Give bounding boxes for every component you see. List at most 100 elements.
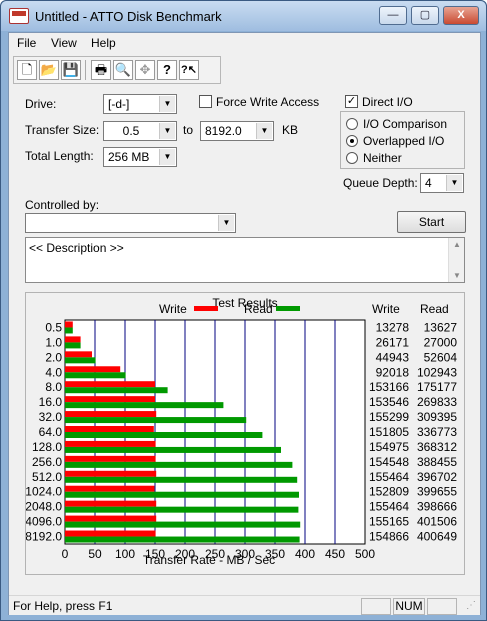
- read-bar: [65, 432, 263, 438]
- minimize-button[interactable]: —: [379, 6, 407, 25]
- read-bar: [65, 327, 73, 334]
- x-tick-label: 450: [325, 547, 345, 561]
- read-bar: [65, 506, 299, 513]
- neither-radio[interactable]: [346, 152, 358, 164]
- write-value-label: 44943: [376, 350, 410, 364]
- description-box[interactable]: << Description >> ▲ ▼: [25, 237, 465, 283]
- context-help-icon[interactable]: ?↖: [179, 60, 199, 80]
- transfer-size-from-select[interactable]: 0.5 ▼: [103, 121, 177, 141]
- toolbar-separator: [85, 60, 86, 80]
- force-write-checkbox[interactable]: [199, 95, 212, 108]
- move-icon[interactable]: ✥: [135, 60, 155, 80]
- menu-file[interactable]: File: [17, 36, 36, 50]
- x-tick-label: 400: [295, 547, 315, 561]
- chevron-down-icon[interactable]: ▼: [159, 149, 175, 165]
- toolbar: 🗋 📂 💾 🖶 🔍 ✥ ? ?↖: [13, 56, 221, 84]
- menu-view[interactable]: View: [51, 36, 77, 50]
- read-bar: [65, 491, 299, 498]
- write-bar: [65, 366, 121, 373]
- io-comparison-radio[interactable]: [346, 118, 358, 130]
- title-bar[interactable]: Untitled - ATTO Disk Benchmark — ▢ X: [1, 1, 486, 31]
- total-length-select[interactable]: 256 MB ▼: [103, 147, 177, 167]
- read-value-label: 401506: [417, 515, 457, 529]
- category-label: 512.0: [32, 470, 62, 484]
- legend-read-swatch: [276, 306, 300, 311]
- read-value-label: 27000: [424, 335, 458, 349]
- maximize-button[interactable]: ▢: [411, 6, 439, 25]
- controlled-by-select[interactable]: ▼: [25, 213, 236, 233]
- kb-label: KB: [282, 123, 299, 137]
- chevron-down-icon[interactable]: ▼: [256, 123, 272, 139]
- total-length-value: 256 MB: [108, 150, 150, 164]
- write-value-label: 154866: [369, 530, 409, 544]
- status-panel-empty-2: [427, 598, 457, 615]
- read-bar: [65, 372, 126, 379]
- chevron-down-icon[interactable]: ▼: [218, 215, 234, 231]
- controlled-by-label: Controlled by:: [25, 198, 100, 212]
- scroll-up-icon[interactable]: ▲: [449, 240, 465, 249]
- category-label: 8192.0: [26, 530, 62, 544]
- read-value-label: 396702: [417, 470, 457, 484]
- write-value-label: 151805: [369, 425, 409, 439]
- status-panel-empty: [361, 598, 391, 615]
- read-value-label: 398666: [417, 500, 457, 514]
- overlapped-io-radio[interactable]: [346, 135, 358, 147]
- write-value-label: 155299: [369, 410, 409, 424]
- write-value-label: 92018: [376, 365, 410, 379]
- scroll-down-icon[interactable]: ▼: [449, 271, 465, 280]
- drive-select[interactable]: [-d-] ▼: [103, 94, 177, 114]
- menu-bar: File View Help: [9, 33, 480, 53]
- transfer-size-label: Transfer Size:: [25, 123, 100, 137]
- transfer-from-value: 0.5: [122, 124, 140, 138]
- new-file-icon[interactable]: 🗋: [17, 60, 37, 80]
- write-value-label: 155464: [369, 500, 409, 514]
- read-bar: [65, 342, 81, 349]
- neither-label: Neither: [363, 151, 402, 165]
- description-text: << Description >>: [29, 241, 124, 255]
- menu-help[interactable]: Help: [91, 36, 116, 50]
- print-preview-icon[interactable]: 🔍: [113, 60, 133, 80]
- transfer-size-to-select[interactable]: 8192.0 ▼: [200, 121, 274, 141]
- chevron-down-icon[interactable]: ▼: [159, 96, 175, 112]
- open-folder-icon[interactable]: 📂: [39, 60, 59, 80]
- write-value-label: 155464: [369, 470, 409, 484]
- read-value-label: 13627: [424, 320, 458, 334]
- direct-io-checkbox[interactable]: ✓: [345, 95, 358, 108]
- app-window: Untitled - ATTO Disk Benchmark — ▢ X Fil…: [0, 0, 487, 621]
- save-icon[interactable]: 💾: [61, 60, 81, 80]
- overlapped-io-label: Overlapped I/O: [363, 134, 445, 148]
- chevron-down-icon[interactable]: ▼: [446, 175, 462, 191]
- io-mode-group: I/O Comparison Overlapped I/O Neither: [340, 111, 465, 169]
- description-scrollbar[interactable]: ▲ ▼: [448, 238, 464, 282]
- category-label: 32.0: [39, 410, 63, 424]
- read-value-label: 388455: [417, 455, 457, 469]
- category-label: 2048.0: [26, 500, 62, 514]
- x-tick-label: 0: [62, 547, 69, 561]
- legend-write-swatch: [194, 306, 218, 311]
- resize-grip-icon[interactable]: ⋰: [466, 601, 478, 613]
- read-value-label: 336773: [417, 425, 457, 439]
- status-num-indicator: NUM: [393, 598, 425, 615]
- queue-depth-select[interactable]: 4 ▼: [420, 173, 464, 193]
- read-value-label: 175177: [417, 380, 457, 394]
- write-bar: [65, 411, 157, 418]
- queue-depth-value: 4: [425, 176, 432, 190]
- chevron-down-icon[interactable]: ▼: [159, 123, 175, 139]
- start-button[interactable]: Start: [397, 211, 466, 233]
- app-icon[interactable]: [9, 8, 29, 24]
- help-icon[interactable]: ?: [157, 60, 177, 80]
- category-label: 0.5: [45, 320, 62, 334]
- read-bar: [65, 402, 224, 409]
- write-bar: [65, 321, 73, 328]
- transfer-to-value: 8192.0: [205, 124, 242, 138]
- legend-write-label: Write: [159, 302, 187, 316]
- drive-label: Drive:: [25, 97, 57, 111]
- force-write-label: Force Write Access: [216, 95, 320, 109]
- legend-read-label: Read: [244, 302, 273, 316]
- write-value-label: 155165: [369, 515, 409, 529]
- close-button[interactable]: X: [443, 6, 479, 25]
- category-label: 128.0: [32, 440, 62, 454]
- read-bar: [65, 387, 168, 394]
- read-bar: [65, 417, 247, 424]
- print-icon[interactable]: 🖶: [91, 60, 111, 80]
